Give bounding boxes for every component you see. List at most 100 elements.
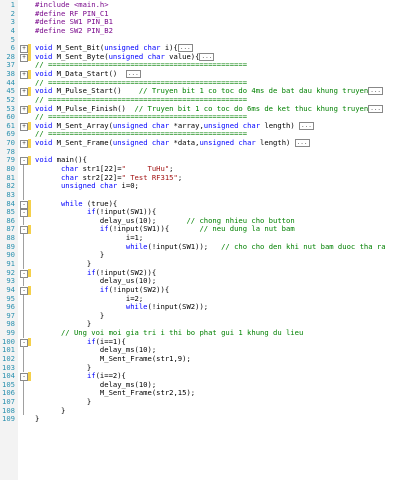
code-line[interactable]: 82 unsigned char i=0; <box>0 181 411 191</box>
fold-guide-line <box>23 165 24 174</box>
code-token: // chong nhieu cho button <box>186 215 295 225</box>
change-marker <box>28 337 31 347</box>
change-marker <box>28 372 31 381</box>
code-token: unsigned char <box>60 181 118 191</box>
fold-guide-line <box>23 190 24 200</box>
change-marker <box>28 285 31 295</box>
change-marker <box>28 156 31 166</box>
code-text: unsigned char i=0; <box>35 181 139 191</box>
fold-guide-line <box>23 259 24 269</box>
code-editor[interactable]: 1 #include <main.h> 2 #define RF PIN_C1 3 #de… <box>0 0 411 480</box>
fold-guide-line <box>23 303 24 312</box>
code-token: unsigned char <box>199 138 256 148</box>
code-token: *data, <box>169 138 200 148</box>
code-line[interactable]: 70 + void M_Sent_Frame(unsigned char *data… <box>0 138 411 149</box>
fold-guide-line <box>23 329 24 338</box>
code-token: delay_ms(10); <box>35 345 157 355</box>
code-token: } <box>35 405 66 415</box>
change-marker <box>28 208 31 217</box>
change-marker <box>28 268 31 278</box>
code-token: // =====================================… <box>35 60 248 70</box>
code-text: } <box>35 405 66 416</box>
code-token: #define SW2 PIN_B2 <box>35 25 113 35</box>
change-marker <box>28 225 31 235</box>
code-token: i){ <box>160 43 178 53</box>
code-token: delay_ms(10); <box>35 379 157 389</box>
change-marker <box>28 87 31 96</box>
code-token: (true){ <box>82 198 118 208</box>
fold-guide-line <box>23 389 24 399</box>
code-text: void M_Sent_Frame(unsigned char *data,un… <box>35 138 310 148</box>
code-token: // neu dung la nut bam <box>199 224 295 234</box>
code-text: } <box>35 415 39 424</box>
change-marker <box>28 70 31 79</box>
code-token: unsigned char <box>104 43 161 53</box>
code-line[interactable]: 4 #define SW2 PIN_B2 <box>0 25 411 36</box>
fold-guide-line <box>23 320 24 330</box>
fold-guide-line <box>23 406 24 416</box>
fold-guide-line <box>23 346 24 355</box>
code-token: length) <box>260 120 300 130</box>
code-token: // cho cho den khi nut bam duoc tha ra <box>221 241 386 251</box>
fold-guide-line <box>23 398 24 407</box>
fold-guide-line <box>23 251 24 260</box>
code-token: delay_us(10); <box>35 276 157 286</box>
code-token: // =====================================… <box>35 77 248 87</box>
code-token: i=0; <box>117 181 139 191</box>
fold-guide-line <box>23 363 24 373</box>
code-token: while <box>125 241 148 251</box>
code-token: } <box>35 310 105 320</box>
code-token: #define RF PIN_C1 <box>35 8 109 18</box>
code-token: } <box>35 258 92 268</box>
code-token: // Ung voi moi gia tri i thi bo phat gui… <box>60 328 304 338</box>
fold-guide-line <box>23 216 24 226</box>
collapsed-block-indicator[interactable]: ... <box>368 87 384 96</box>
fold-guide-line <box>23 294 24 304</box>
fold-guide-line <box>23 242 24 252</box>
code-token: } <box>35 397 92 407</box>
code-token: delay_us(10); <box>35 215 187 225</box>
collapsed-block-indicator[interactable]: ... <box>299 121 314 130</box>
fold-guide-line <box>23 277 24 286</box>
change-marker <box>28 44 31 53</box>
change-marker <box>28 52 31 62</box>
change-marker <box>28 139 31 148</box>
fold-guide-line <box>23 380 24 390</box>
code-token: ; <box>177 172 183 182</box>
change-marker <box>28 121 31 131</box>
line-number: 109 <box>2 414 15 424</box>
code-token: } <box>35 414 40 424</box>
code-token: M_Sent_Frame( <box>52 138 113 148</box>
code-token: while <box>60 198 83 208</box>
code-line[interactable]: 109} <box>0 415 411 424</box>
code-line[interactable]: 108 } <box>0 405 411 416</box>
code-token: void <box>35 138 53 148</box>
code-token: " TuHu" <box>121 164 170 174</box>
code-token: length) <box>255 138 295 148</box>
fold-guide-line <box>23 354 24 364</box>
code-token: // =====================================… <box>35 94 248 104</box>
fold-guide-line <box>23 182 24 191</box>
code-token: M_Sent_Bit( <box>52 43 105 53</box>
collapsed-block-indicator[interactable]: ... <box>294 139 310 148</box>
code-token: unsigned char <box>112 138 170 148</box>
code-token: i=1; <box>35 233 144 243</box>
code-token: while <box>125 302 148 312</box>
fold-guide-line <box>23 173 24 183</box>
collapsed-block-indicator[interactable]: ... <box>368 104 384 113</box>
code-token: i=2; <box>35 293 144 303</box>
code-token: str1[22]= <box>78 164 122 174</box>
code-token: // =====================================… <box>35 112 248 122</box>
code-token: char <box>60 164 79 174</box>
change-marker <box>28 104 31 114</box>
code-token: // =====================================… <box>35 129 248 139</box>
change-marker <box>28 199 31 209</box>
code-token: (!input(SW1)); <box>147 241 222 251</box>
code-token: (!input(SW2)); <box>147 302 209 312</box>
fold-guide-line <box>23 234 24 243</box>
